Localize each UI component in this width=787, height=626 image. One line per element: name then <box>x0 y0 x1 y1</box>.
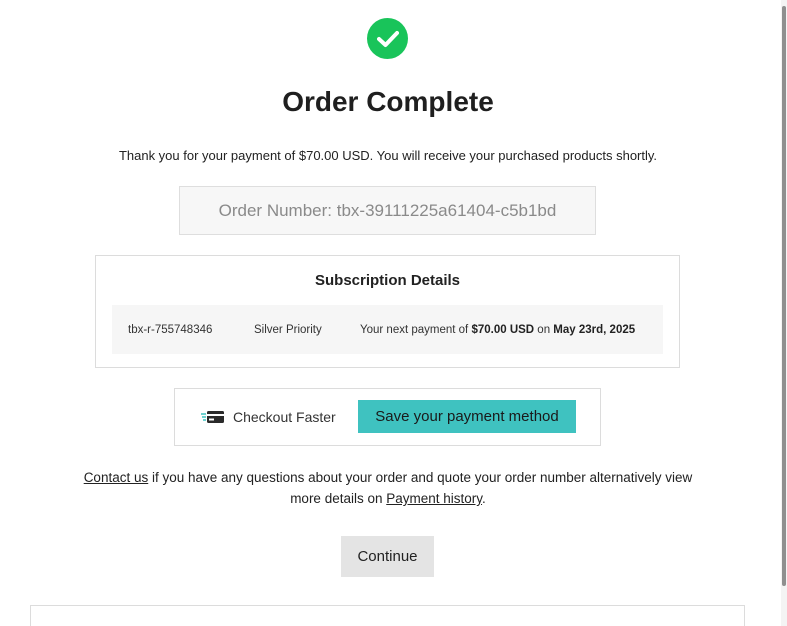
page-title: Order Complete <box>282 86 494 117</box>
next-payment-info: Your next payment of $70.00 USD on May 2… <box>360 324 635 336</box>
subscription-details-card: Subscription Details tbx-r-755748346 Sil… <box>95 255 680 368</box>
payment-history-link[interactable]: Payment history <box>386 491 482 506</box>
order-complete-page: Order Complete Thank you for your paymen… <box>0 0 787 626</box>
order-number-box: Order Number: tbx-39111225a61404-c5b1bd <box>179 186 596 235</box>
thank-you-message: Thank you for your payment of $70.00 USD… <box>118 148 658 163</box>
subscription-row: tbx-r-755748346 Silver Priority Your nex… <box>112 305 663 354</box>
next-payment-amount: $70.00 USD <box>471 323 535 336</box>
credit-card-icon <box>201 411 224 423</box>
order-number-text: Order Number: tbx-39111225a61404-c5b1bd <box>218 200 557 220</box>
contact-us-link[interactable]: Contact us <box>84 470 149 485</box>
help-text: Contact us if you have any questions abo… <box>70 467 706 509</box>
bottom-card <box>30 605 745 626</box>
help-text-end: . <box>482 491 486 506</box>
save-payment-method-button[interactable]: Save your payment method <box>358 400 576 433</box>
subscription-details-title: Subscription Details <box>314 272 461 289</box>
next-payment-on: on <box>534 323 554 336</box>
checkout-faster-box: Checkout Faster Save your payment method <box>174 388 601 446</box>
scrollbar[interactable] <box>781 0 787 626</box>
continue-button[interactable]: Continue <box>341 536 434 577</box>
subscription-id: tbx-r-755748346 <box>128 323 213 336</box>
check-circle-icon <box>367 18 408 59</box>
checkout-faster-label: Checkout Faster <box>233 409 336 425</box>
subscription-plan: Silver Priority <box>254 323 322 336</box>
next-payment-date: May 23rd, 2025 <box>553 323 636 336</box>
next-payment-prefix: Your next payment of <box>360 323 472 336</box>
scrollbar-thumb[interactable] <box>782 6 786 586</box>
